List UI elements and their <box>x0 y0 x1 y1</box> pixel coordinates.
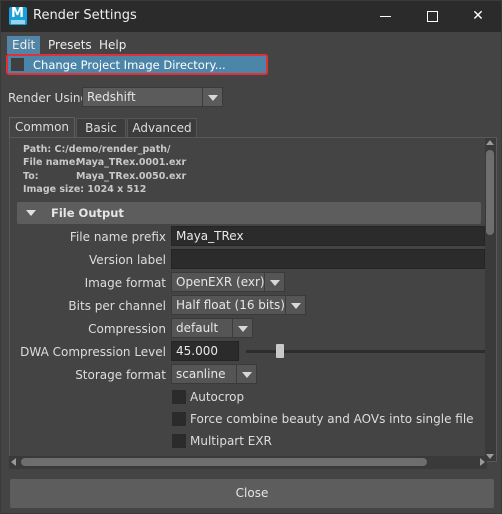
horizontal-scroll-thumb[interactable] <box>21 458 427 466</box>
force-combine-checkbox[interactable] <box>172 412 186 426</box>
title-bar[interactable]: M Render Settings ✕ <box>1 1 501 32</box>
dwa-compression-level-input[interactable]: 45.000 <box>171 341 239 361</box>
file-output-section-header[interactable]: File Output <box>17 202 481 224</box>
chevron-down-icon <box>232 319 252 337</box>
scroll-up-icon[interactable] <box>486 140 494 145</box>
multipart-exr-label: Multipart EXR <box>190 434 272 448</box>
tab-advanced[interactable]: Advanced <box>127 118 197 137</box>
common-tab-panel: Path: C:/demo/render_path/ File name: Ma… <box>9 137 497 462</box>
minimize-icon <box>380 16 391 17</box>
maximize-icon <box>427 11 438 22</box>
close-icon: ✕ <box>472 8 484 24</box>
autocrop-label: Autocrop <box>190 390 245 404</box>
renderer-select[interactable]: Redshift <box>82 87 223 107</box>
close-window-button[interactable]: ✕ <box>455 1 501 32</box>
multipart-exr-checkbox[interactable] <box>172 434 186 448</box>
version-label-label: Version label <box>89 253 166 267</box>
minimize-button[interactable] <box>362 1 408 32</box>
scroll-right-icon[interactable] <box>480 458 485 466</box>
chevron-down-icon <box>264 273 284 291</box>
bits-per-channel-value: Half float (16 bits) <box>176 298 285 312</box>
to-info-label: To: <box>23 171 39 182</box>
change-project-image-directory-item[interactable]: Change Project Image Directory... <box>33 58 226 72</box>
scroll-down-icon[interactable] <box>486 454 494 459</box>
render-using-label: Render Using <box>8 91 89 105</box>
compression-label: Compression <box>88 322 166 336</box>
path-info: Path: C:/demo/render_path/ <box>23 144 171 155</box>
chevron-down-icon <box>236 365 256 383</box>
image-format-value: OpenEXR (exr) <box>176 275 265 289</box>
file-name-info-value: Maya_TRex.0001.exr <box>76 157 187 168</box>
maya-app-icon: M <box>9 6 27 25</box>
compression-select[interactable]: default <box>171 318 253 338</box>
vertical-scroll-thumb[interactable] <box>486 150 494 235</box>
force-combine-label: Force combine beauty and AOVs into singl… <box>190 412 474 426</box>
dwa-compression-level-label: DWA Compression Level <box>20 345 166 359</box>
menu-item-check-box <box>11 58 24 71</box>
storage-format-select[interactable]: scanline <box>171 364 257 384</box>
chevron-down-icon <box>202 88 222 106</box>
horizontal-scrollbar[interactable] <box>9 456 487 469</box>
dwa-compression-slider-handle[interactable] <box>276 344 284 358</box>
file-output-section-title: File Output <box>51 206 124 220</box>
image-format-label: Image format <box>84 276 166 290</box>
vertical-scrollbar[interactable] <box>485 138 496 461</box>
storage-format-value: scanline <box>176 367 226 381</box>
scroll-left-icon[interactable] <box>11 458 16 466</box>
bits-per-channel-label: Bits per channel <box>68 299 166 313</box>
tab-basic[interactable]: Basic <box>76 118 126 137</box>
autocrop-checkbox[interactable] <box>172 390 186 404</box>
image-format-select[interactable]: OpenEXR (exr) <box>171 272 285 292</box>
close-button[interactable]: Close <box>10 479 494 508</box>
chevron-down-icon <box>285 296 305 314</box>
storage-format-label: Storage format <box>75 368 166 382</box>
compression-value: default <box>176 321 219 335</box>
render-settings-window: M Render Settings ✕ Edit Presets Help Ch… <box>0 0 502 514</box>
menu-presets[interactable]: Presets <box>43 36 97 54</box>
file-name-info-label: File name: <box>23 157 80 168</box>
renderer-select-value: Redshift <box>87 90 136 104</box>
collapse-triangle-icon <box>26 210 36 216</box>
window-title: Render Settings <box>33 8 137 23</box>
file-name-prefix-label: File name prefix <box>69 230 166 244</box>
version-label-input[interactable] <box>171 249 485 269</box>
bits-per-channel-select[interactable]: Half float (16 bits) <box>171 295 306 315</box>
to-info-value: Maya_TRex.0050.exr <box>76 171 187 182</box>
menu-edit[interactable]: Edit <box>7 36 41 54</box>
edit-menu-dropdown: Change Project Image Directory... <box>6 54 268 75</box>
tab-common[interactable]: Common <box>9 117 75 138</box>
menu-help[interactable]: Help <box>94 36 131 54</box>
image-size-info: Image size: 1024 x 512 <box>23 184 147 195</box>
maximize-button[interactable] <box>409 1 455 32</box>
file-name-prefix-input[interactable]: Maya_TRex <box>171 226 485 246</box>
menu-bar: Edit Presets Help <box>2 32 501 54</box>
